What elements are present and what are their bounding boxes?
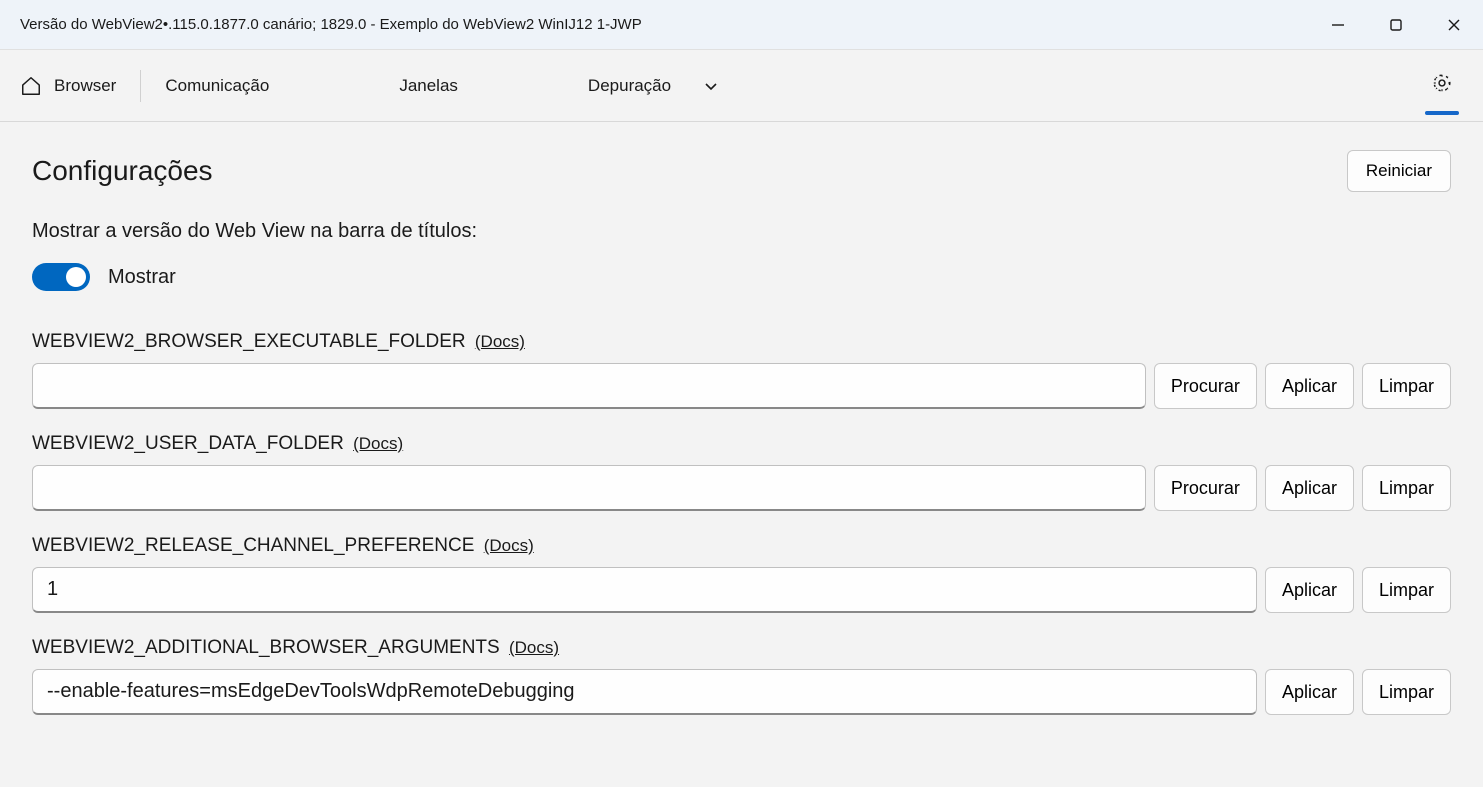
maximize-button[interactable] (1367, 0, 1425, 49)
browse-button[interactable]: Procurar (1154, 363, 1257, 409)
apply-button[interactable]: Aplicar (1265, 465, 1354, 511)
env-executable-folder-input[interactable] (32, 363, 1146, 409)
env-executable-folder: WEBVIEW2_BROWSER_EXECUTABLE_FOLDER (Docs… (32, 331, 1451, 409)
apply-button[interactable]: Aplicar (1265, 363, 1354, 409)
clear-button[interactable]: Limpar (1362, 465, 1451, 511)
env-additional-args-label: WEBVIEW2_ADDITIONAL_BROWSER_ARGUMENTS (32, 637, 500, 658)
env-user-data-folder-label: WEBVIEW2_USER_DATA_FOLDER (32, 433, 344, 454)
show-version-label: Mostrar a versão do Web View na barra de… (32, 220, 1451, 243)
toolbar-browser[interactable]: Browser (20, 67, 136, 105)
apply-button[interactable]: Aplicar (1265, 669, 1354, 715)
toolbar-communication-label: Comunicação (165, 76, 269, 96)
toolbar-browser-label: Browser (54, 76, 116, 96)
toolbar-windows[interactable]: Janelas (379, 68, 478, 104)
env-release-channel: WEBVIEW2_RELEASE_CHANNEL_PREFERENCE (Doc… (32, 535, 1451, 613)
browse-button[interactable]: Procurar (1154, 465, 1257, 511)
docs-link[interactable]: (Docs) (353, 434, 403, 453)
toolbar-debugging[interactable]: Depuração (568, 68, 739, 104)
restart-button[interactable]: Reiniciar (1347, 150, 1451, 192)
show-version-toggle[interactable] (32, 263, 90, 291)
env-release-channel-label: WEBVIEW2_RELEASE_CHANNEL_PREFERENCE (32, 535, 474, 556)
toggle-knob (66, 267, 86, 287)
toolbar-separator (140, 70, 141, 102)
close-icon (1447, 18, 1461, 32)
clear-button[interactable]: Limpar (1362, 669, 1451, 715)
env-additional-args: WEBVIEW2_ADDITIONAL_BROWSER_ARGUMENTS (D… (32, 637, 1451, 715)
toggle-text: Mostrar (108, 266, 176, 289)
content: Configurações Reiniciar Mostrar a versão… (0, 122, 1483, 787)
window-title: Versão do WebView2•.115.0.1877.0 canário… (20, 16, 642, 33)
clear-button[interactable]: Limpar (1362, 363, 1451, 409)
toolbar: Browser Comunicação Janelas Depuração (0, 50, 1483, 122)
settings-button[interactable] (1421, 66, 1463, 105)
home-icon (20, 75, 42, 97)
window-controls (1309, 0, 1483, 49)
env-executable-folder-label: WEBVIEW2_BROWSER_EXECUTABLE_FOLDER (32, 331, 466, 352)
env-release-channel-input[interactable] (32, 567, 1257, 613)
page-title: Configurações (32, 155, 213, 187)
env-additional-args-input[interactable] (32, 669, 1257, 715)
minimize-icon (1331, 18, 1345, 32)
env-user-data-folder: WEBVIEW2_USER_DATA_FOLDER (Docs) Procura… (32, 433, 1451, 511)
maximize-icon (1389, 18, 1403, 32)
gear-icon (1431, 72, 1453, 94)
docs-link[interactable]: (Docs) (475, 332, 525, 351)
toolbar-communication[interactable]: Comunicação (145, 68, 289, 104)
clear-button[interactable]: Limpar (1362, 567, 1451, 613)
apply-button[interactable]: Aplicar (1265, 567, 1354, 613)
minimize-button[interactable] (1309, 0, 1367, 49)
env-user-data-folder-input[interactable] (32, 465, 1146, 511)
toolbar-debugging-label: Depuração (588, 76, 671, 96)
docs-link[interactable]: (Docs) (509, 638, 559, 657)
close-button[interactable] (1425, 0, 1483, 49)
chevron-down-icon (703, 78, 719, 94)
docs-link[interactable]: (Docs) (484, 536, 534, 555)
toolbar-windows-label: Janelas (399, 76, 458, 96)
titlebar: Versão do WebView2•.115.0.1877.0 canário… (0, 0, 1483, 50)
